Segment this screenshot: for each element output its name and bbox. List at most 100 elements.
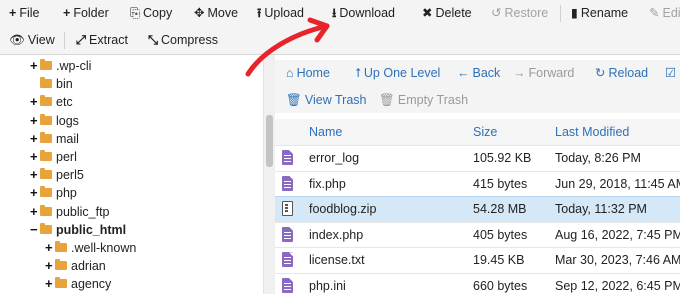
- tree-folder-label: .wp-cli: [56, 59, 92, 73]
- collapse-toggle[interactable]: −: [30, 221, 40, 239]
- expand-toggle[interactable]: +: [30, 203, 40, 221]
- text-file-icon: [282, 278, 293, 293]
- folder-icon: [40, 168, 52, 180]
- eye-icon: 👁: [9, 33, 25, 47]
- edit-button[interactable]: ✎ Edi: [649, 0, 680, 27]
- tree-folder-label: etc: [56, 95, 73, 110]
- new-file-button[interactable]: + File: [9, 0, 39, 27]
- tree-scrollbar-thumb[interactable]: [266, 115, 273, 167]
- upload-button[interactable]: ⭱ Upload: [257, 0, 304, 27]
- tree-folder-item[interactable]: bin: [30, 75, 73, 93]
- expand-toggle[interactable]: +: [30, 184, 40, 202]
- view-trash-button[interactable]: 🗑 View Trash: [286, 87, 366, 114]
- edit-label: Edi: [662, 6, 680, 20]
- expand-toggle[interactable]: +: [30, 112, 40, 130]
- reload-button[interactable]: ↻ Reload: [595, 60, 648, 87]
- expand-toggle[interactable]: +: [30, 130, 40, 148]
- table-row[interactable]: fix.php 415 bytes Jun 29, 2018, 11:45 AM: [275, 170, 680, 197]
- copy-icon: ⎘: [130, 6, 141, 20]
- tree-scrollbar[interactable]: [263, 55, 275, 294]
- table-row[interactable]: foodblog.zip 54.28 MB Today, 11:32 PM: [275, 196, 680, 223]
- home-button[interactable]: ⌂ Home: [286, 60, 330, 87]
- directory-tree: + .wp-cli bin + etc + logs + mail + perl + perl5 + php…: [0, 55, 263, 294]
- size-column-header[interactable]: Size: [473, 119, 497, 145]
- folder-icon: [55, 277, 67, 289]
- last-modified-cell: Today, 11:32 PM: [555, 202, 647, 217]
- expand-toggle[interactable]: +: [30, 148, 40, 166]
- up-arrow-icon: ⭡: [355, 66, 361, 80]
- upload-label: Upload: [264, 6, 305, 20]
- expand-toggle[interactable]: +: [30, 93, 40, 111]
- trash-icon: 🗑: [379, 93, 395, 107]
- table-row[interactable]: php.ini 660 bytes Sep 12, 2022, 6:45 PM: [275, 273, 680, 299]
- tree-folder-label: mail: [56, 131, 79, 146]
- select-all-button[interactable]: ☑: [665, 60, 679, 87]
- tree-folder-item[interactable]: + logs: [30, 112, 79, 130]
- tree-folder-label: public_ftp: [56, 204, 110, 219]
- upload-icon: ⭱: [257, 6, 262, 20]
- delete-label: Delete: [435, 6, 472, 20]
- tree-folder-item[interactable]: + perl5: [30, 166, 84, 184]
- download-button[interactable]: ⭳ Download: [332, 0, 395, 27]
- rename-file-icon: ▮: [571, 6, 578, 20]
- text-file-icon: [282, 150, 293, 165]
- delete-button[interactable]: ✖ Delete: [422, 0, 472, 27]
- forward-label: Forward: [528, 66, 575, 80]
- tree-folder-item[interactable]: + php: [30, 184, 77, 202]
- home-label: Home: [296, 66, 330, 80]
- expand-arrows-icon: ⤢: [76, 33, 87, 47]
- folder-icon: [40, 113, 52, 125]
- tree-folder-item[interactable]: + agency: [45, 275, 111, 293]
- expand-toggle[interactable]: +: [45, 239, 55, 257]
- tree-folder-item[interactable]: + .wp-cli: [30, 57, 91, 75]
- empty-trash-button[interactable]: 🗑 Empty Trash: [379, 87, 468, 114]
- table-row[interactable]: license.txt 19.45 KB Mar 30, 2023, 7:46 AM: [275, 247, 680, 273]
- expand-toggle[interactable]: +: [45, 257, 55, 275]
- right-arrow-icon: →: [513, 66, 526, 80]
- view-button[interactable]: 👁 View: [9, 27, 55, 54]
- restore-button[interactable]: ↺ Restore: [491, 0, 548, 27]
- name-column-header[interactable]: Name: [309, 119, 342, 145]
- tree-folder-item[interactable]: + perl: [30, 148, 77, 166]
- plus-icon: +: [63, 6, 71, 20]
- move-button[interactable]: ✥ Move: [194, 0, 238, 27]
- tree-folder-item[interactable]: + etc: [30, 93, 73, 111]
- extract-button[interactable]: ⤢ Extract: [76, 27, 128, 54]
- tree-folder-label: php: [56, 186, 77, 201]
- up-one-level-label: Up One Level: [363, 66, 441, 80]
- table-row[interactable]: error_log 105.92 KB Today, 8:26 PM: [275, 145, 680, 171]
- tree-folder-item[interactable]: + .well-known: [45, 239, 136, 257]
- copy-button[interactable]: ⎘ Copy: [130, 0, 172, 27]
- tree-folder-item[interactable]: + public_ftp: [30, 203, 110, 221]
- move-arrows-icon: ✥: [194, 6, 205, 20]
- toolbar-divider: [64, 32, 65, 49]
- file-name-cell: foodblog.zip: [309, 202, 377, 217]
- expand-toggle[interactable]: +: [30, 166, 40, 184]
- up-one-level-button[interactable]: ⭡ Up One Level: [355, 60, 440, 87]
- move-label: Move: [207, 6, 239, 20]
- zip-file-icon: [282, 201, 293, 217]
- file-name-cell: fix.php: [309, 176, 346, 191]
- left-arrow-icon: ←: [457, 66, 470, 80]
- tree-folder-item[interactable]: − public_html: [30, 221, 126, 239]
- last-modified-column-header[interactable]: Last Modified: [555, 119, 629, 145]
- expand-toggle[interactable]: +: [45, 275, 55, 293]
- expand-toggle[interactable]: +: [30, 57, 40, 75]
- rename-button[interactable]: ▮ Rename: [571, 0, 628, 27]
- last-modified-cell: Mar 30, 2023, 7:46 AM: [555, 253, 680, 268]
- home-icon: ⌂: [286, 66, 294, 80]
- tree-folder-label: perl: [56, 150, 77, 164]
- tree-folder-item[interactable]: + adrian: [45, 257, 106, 275]
- new-folder-button[interactable]: + Folder: [63, 0, 109, 27]
- folder-icon: [40, 77, 52, 89]
- forward-button[interactable]: → Forward: [513, 60, 574, 87]
- restore-label: Restore: [504, 6, 549, 20]
- back-button[interactable]: ← Back: [457, 60, 500, 87]
- file-size-cell: 405 bytes: [473, 227, 528, 242]
- tree-folder-item[interactable]: + mail: [30, 130, 79, 148]
- download-icon: ⭳: [332, 6, 337, 20]
- compress-button[interactable]: ⤡ Compress: [148, 27, 218, 54]
- rename-label: Rename: [580, 6, 629, 20]
- table-row[interactable]: index.php 405 bytes Aug 16, 2022, 7:45 PM: [275, 221, 680, 248]
- folder-icon: [55, 259, 67, 271]
